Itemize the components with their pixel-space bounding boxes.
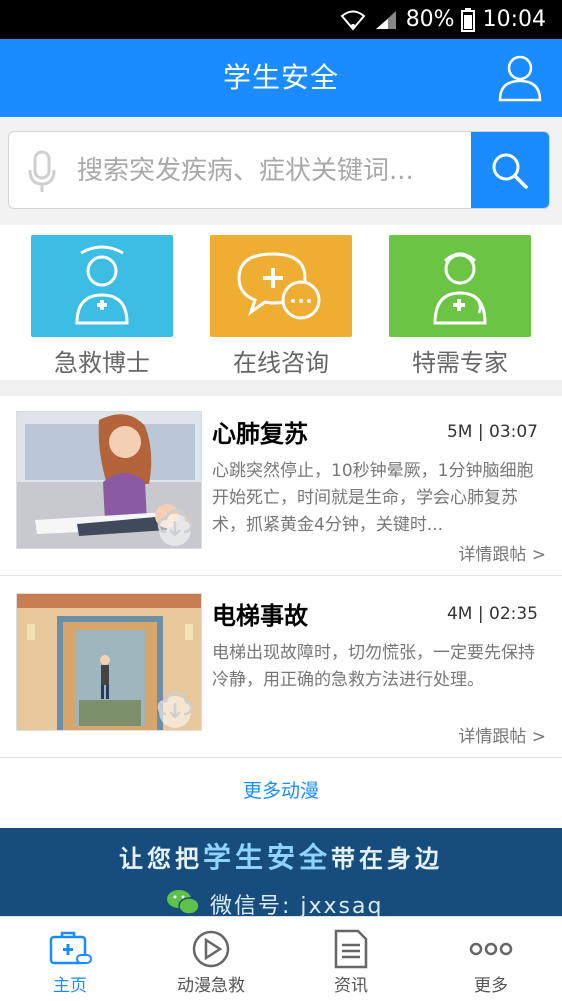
tab-label: 动漫急救 (177, 976, 245, 996)
tab-label: 资讯 (334, 976, 368, 996)
banner-slogan: 让您把学生安全带在身边 (0, 836, 562, 876)
cloud-download-icon[interactable] (157, 690, 193, 724)
cloud-download-icon[interactable] (157, 508, 193, 542)
search-input[interactable]: 搜索突发疾病、症状关键词... (8, 131, 550, 209)
banner-text: 让您把 (118, 845, 203, 873)
cpr-thumbnail[interactable] (16, 411, 202, 549)
promo-banner[interactable]: 让您把学生安全带在身边 微信号: jxxsaq (0, 828, 562, 916)
wifi-icon (340, 9, 366, 31)
search-icon (492, 153, 528, 189)
bottom-tab-bar: 主页 动漫急救 资讯 更多 (0, 916, 562, 1000)
search-placeholder: 搜索突发疾病、症状关键词... (77, 156, 414, 186)
more-dots-icon (468, 929, 514, 969)
banner-wechat-id: 微信号: jxxsaq (210, 894, 384, 916)
banner-text: 带在身边 (331, 845, 443, 873)
tab-more[interactable]: 更多 (421, 917, 561, 1001)
elevator-thumbnail[interactable] (16, 593, 202, 731)
play-icon (188, 929, 234, 969)
quick-action-label: 在线咨询 (233, 349, 329, 377)
document-icon (328, 929, 374, 969)
home-medkit-icon (47, 929, 93, 969)
card-title: 电梯事故 (212, 602, 308, 630)
user-icon[interactable] (496, 53, 544, 103)
quick-action-label: 特需专家 (412, 349, 508, 377)
signal-icon (374, 9, 398, 31)
article-card-elevator[interactable]: 电梯事故 4M | 02:35 电梯出现故障时，切勿慌张，一定要先保持冷静，用正… (0, 578, 562, 758)
tab-label: 更多 (474, 976, 508, 996)
quick-action-online-consult[interactable]: 在线咨询 (210, 235, 352, 377)
tab-animation-first-aid[interactable]: 动漫急救 (141, 917, 281, 1001)
page-title: 学生安全 (222, 61, 339, 94)
card-description: 电梯出现故障时，切勿慌张，一定要先保持冷静，用正确的急救方法进行处理。 (212, 643, 535, 690)
card-details-link[interactable]: 详情跟帖 > (458, 722, 546, 747)
chat-bubbles-icon (210, 235, 352, 337)
microphone-icon[interactable] (27, 150, 57, 194)
app-header: 学生安全 (0, 39, 562, 117)
clock: 10:04 (482, 7, 546, 32)
card-description: 心跳突然停止，10秒钟晕厥，1分钟脑细胞开始死亡，时间就是生命，学会心肺复苏术，… (212, 461, 534, 535)
wechat-icon (166, 888, 200, 916)
card-title: 心肺复苏 (212, 420, 308, 448)
tab-news[interactable]: 资讯 (281, 917, 421, 1001)
doctor-icon (31, 235, 173, 337)
specialist-icon (389, 235, 531, 337)
quick-action-specialist[interactable]: 特需专家 (389, 235, 531, 377)
banner-highlight: 学生安全 (202, 841, 331, 874)
quick-action-label: 急救博士 (54, 349, 150, 377)
status-bar: 80% 10:04 (0, 0, 562, 39)
article-card-cpr[interactable]: 心肺复苏 5M | 03:07 心跳突然停止，10秒钟晕厥，1分钟脑细胞开始死亡… (0, 396, 562, 576)
tab-home[interactable]: 主页 (0, 917, 140, 1001)
card-details-link[interactable]: 详情跟帖 > (458, 540, 546, 565)
more-animations-link[interactable]: 更多动漫 (0, 758, 562, 828)
battery-percent: 80% (405, 7, 455, 32)
section-divider (0, 380, 562, 396)
tab-label: 主页 (53, 976, 87, 996)
quick-actions: 急救博士 在线咨询 特需专家 (0, 225, 562, 380)
battery-icon (460, 7, 475, 32)
card-meta: 4M | 02:35 (446, 604, 538, 624)
search-button[interactable] (471, 132, 549, 208)
card-meta: 5M | 03:07 (446, 422, 538, 442)
search-area: 搜索突发疾病、症状关键词... (0, 117, 562, 225)
quick-action-first-aid-doctor[interactable]: 急救博士 (31, 235, 173, 377)
